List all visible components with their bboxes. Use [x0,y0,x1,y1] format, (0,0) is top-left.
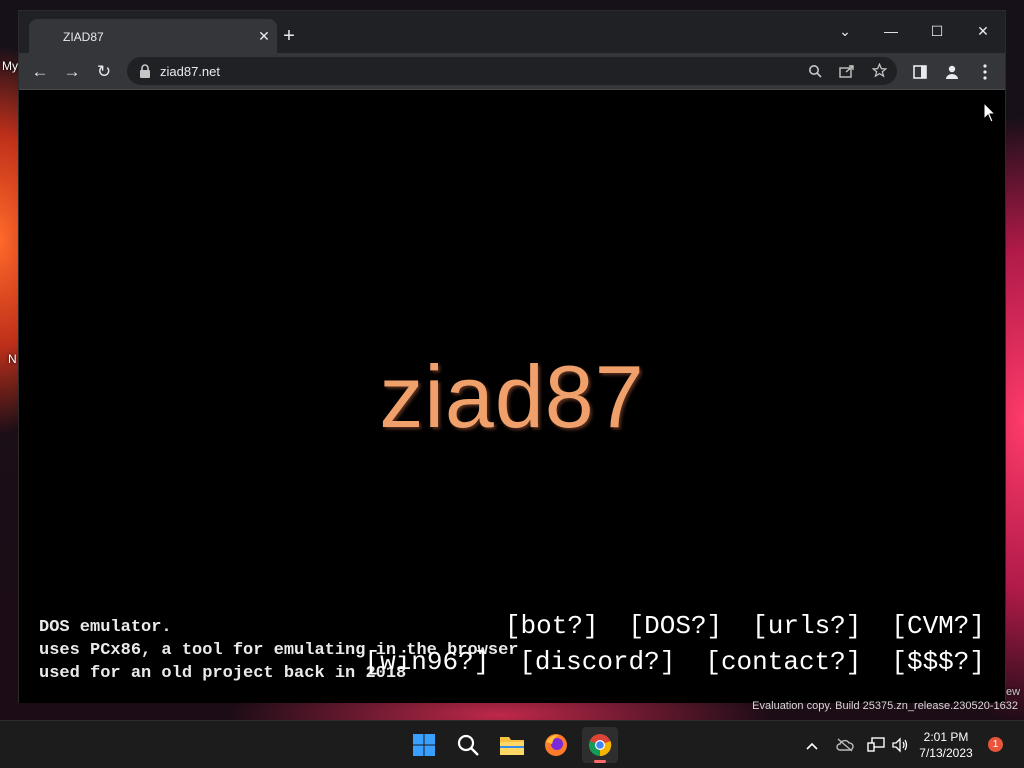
maximize-button[interactable]: ☐ [917,17,957,45]
link-cvm[interactable]: [CVM?] [891,611,985,641]
link-contact[interactable]: [contact?] [705,647,861,677]
start-icon[interactable] [406,727,442,763]
desktop-icon-label[interactable]: My [2,59,18,73]
file-explorer-icon[interactable] [494,727,530,763]
lock-icon[interactable] [139,64,151,78]
browser-window: ZIAD87 ✕ + ⌄ — ☐ ✕ ← → ↻ ziad87.net ziad… [18,10,1006,703]
profile-icon[interactable] [939,59,965,85]
new-tab-button[interactable]: + [278,26,300,48]
taskbar: 2:01 PM 7/13/2023 1 [0,720,1024,768]
chevron-up-icon[interactable] [802,735,822,755]
link-dos[interactable]: [DOS?] [629,611,723,641]
address-bar[interactable]: ziad87.net [127,57,897,85]
browser-toolbar: ← → ↻ ziad87.net [19,53,1005,90]
clock-time: 2:01 PM [923,730,969,744]
watermark-edge-text: ew [1006,686,1021,698]
firefox-icon[interactable] [538,727,574,763]
url-text[interactable]: ziad87.net [160,64,220,79]
side-panel-icon[interactable] [907,59,933,85]
network-icon[interactable] [866,735,886,755]
forward-button[interactable]: → [59,59,85,85]
minimize-button[interactable]: — [871,17,911,45]
chrome-icon[interactable] [582,727,618,763]
notification-badge[interactable]: 1 [988,737,1003,752]
mouse-cursor-icon [983,102,997,123]
evaluation-watermark: Evaluation copy. Build 25375.zn_release.… [752,700,1018,712]
reload-button[interactable]: ↻ [91,59,117,85]
tab-close-icon[interactable]: ✕ [255,27,273,45]
nav-links-row-2: [win96?] [discord?] [contact?] [$$$?] [364,647,985,677]
zoom-icon[interactable] [803,59,827,83]
volume-icon[interactable] [890,735,910,755]
description-line: DOS emulator. [39,618,172,637]
system-clock[interactable]: 2:01 PM 7/13/2023 [912,729,980,761]
link-win96[interactable]: [win96?] [364,647,489,677]
share-icon[interactable] [835,59,859,83]
search-icon[interactable] [450,727,486,763]
link-donate[interactable]: [$$$?] [891,647,985,677]
link-urls[interactable]: [urls?] [752,611,861,641]
tab-title: ZIAD87 [63,30,104,44]
desktop-icon-label[interactable]: N [8,352,17,366]
tab-ziad87[interactable]: ZIAD87 ✕ [29,19,277,53]
title-bar[interactable]: ZIAD87 ✕ + ⌄ — ☐ ✕ [19,11,1005,53]
close-window-button[interactable]: ✕ [963,17,1003,45]
site-logo: ziad87 [379,347,645,446]
page-content: ziad87 DOS emulator. uses PCx86, a tool … [19,91,1005,703]
active-app-indicator [594,760,606,763]
onedrive-icon[interactable] [835,735,855,755]
bookmark-star-icon[interactable] [867,59,891,83]
clock-date: 7/13/2023 [919,746,973,760]
back-button[interactable]: ← [27,59,53,85]
menu-icon[interactable] [972,59,998,85]
tab-search-chevron-icon[interactable]: ⌄ [825,17,865,45]
nav-links-row-1: [bot?] [DOS?] [urls?] [CVM?] [505,611,985,641]
link-bot[interactable]: [bot?] [505,611,599,641]
link-discord[interactable]: [discord?] [519,647,675,677]
